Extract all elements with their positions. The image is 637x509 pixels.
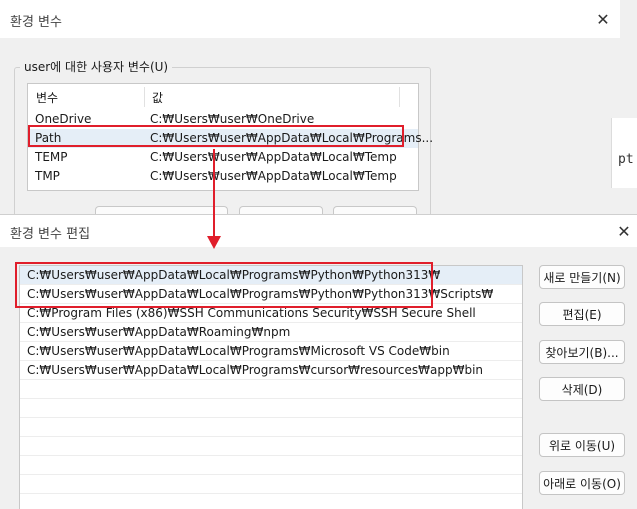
move-down-button[interactable]: 아래로 이동(O)	[539, 471, 625, 495]
background-text: pt	[618, 152, 634, 167]
title-bar: 환경 변수 편집 ✕	[0, 215, 637, 247]
empty-path-row[interactable]	[20, 380, 522, 399]
move-up-button[interactable]: 위로 이동(U)	[539, 433, 625, 457]
variable-row[interactable]: TMP C:₩Users₩user₩AppData₩Local₩Temp	[28, 167, 418, 186]
edit-environment-variable-window: 환경 변수 편집 ✕ C:₩Users₩user₩AppData₩Local₩P…	[0, 214, 637, 509]
close-icon[interactable]: ✕	[611, 218, 637, 244]
path-text: C:₩Users₩user₩AppData₩Local₩Programs₩cur…	[27, 363, 484, 377]
new-button[interactable]: 새로 만들기(N)	[539, 265, 625, 289]
empty-path-row[interactable]	[20, 456, 522, 475]
variable-name: TMP	[35, 169, 60, 183]
annotation-arrow-head-icon	[207, 236, 221, 249]
title-bar: 환경 변수 ✕	[0, 0, 620, 38]
close-icon[interactable]: ✕	[590, 6, 616, 32]
variable-name: OneDrive	[35, 112, 92, 126]
column-divider[interactable]	[399, 87, 400, 107]
empty-path-row[interactable]	[20, 475, 522, 494]
annotation-arrow-line	[213, 149, 215, 239]
variable-value: C:₩Users₩user₩AppData₩Local₩Temp	[150, 169, 397, 183]
delete-button[interactable]: 삭제(D)	[539, 377, 625, 401]
path-item[interactable]: C:₩Users₩user₩AppData₩Roaming₩npm	[20, 323, 522, 342]
browse-button[interactable]: 찾아보기(B)...	[539, 340, 625, 364]
column-header-name[interactable]: 변수	[36, 89, 58, 106]
path-row-highlight	[28, 125, 404, 147]
empty-path-row[interactable]	[20, 437, 522, 456]
path-text: C:₩Users₩user₩AppData₩Roaming₩npm	[27, 325, 291, 339]
window-title: 환경 변수	[10, 15, 62, 30]
path-item[interactable]: C:₩Users₩user₩AppData₩Local₩Programs₩cur…	[20, 361, 522, 380]
path-item[interactable]: C:₩Users₩user₩AppData₩Local₩Programs₩Mic…	[20, 342, 522, 361]
list-header: 변수 값	[28, 84, 418, 110]
group-label: user에 대한 사용자 변수(U)	[20, 58, 173, 75]
column-header-value[interactable]: 값	[152, 89, 163, 106]
empty-path-row[interactable]	[20, 399, 522, 418]
variable-value: C:₩Users₩user₩OneDrive	[150, 112, 315, 126]
empty-path-row[interactable]	[20, 494, 522, 509]
python-paths-highlight	[15, 262, 433, 308]
variable-value: C:₩Users₩user₩AppData₩Local₩Temp	[150, 150, 397, 164]
column-divider[interactable]	[144, 87, 145, 107]
window-title: 환경 변수 편집	[10, 227, 91, 242]
path-text: C:₩Users₩user₩AppData₩Local₩Programs₩Mic…	[27, 344, 450, 358]
variable-row[interactable]: TEMP C:₩Users₩user₩AppData₩Local₩Temp	[28, 148, 418, 167]
path-text: C:₩Program Files (x86)₩SSH Communication…	[27, 306, 476, 320]
empty-path-row[interactable]	[20, 418, 522, 437]
variable-name: TEMP	[35, 150, 68, 164]
edit-button[interactable]: 편집(E)	[539, 302, 625, 326]
